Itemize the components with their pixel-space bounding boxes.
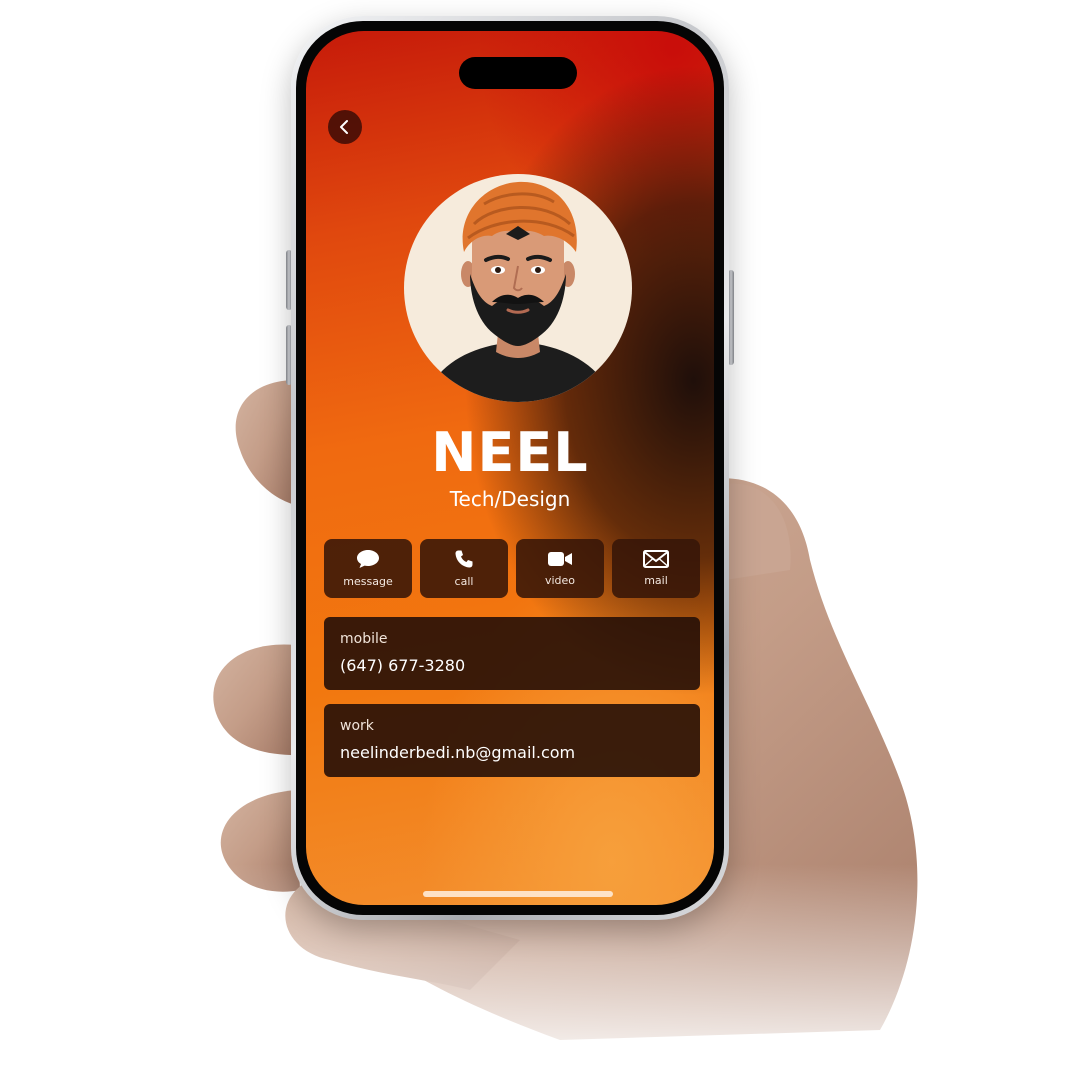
phone-bezel: NEEL Tech/Design message call video mail… — [296, 21, 724, 915]
dynamic-island — [459, 57, 577, 89]
message-icon — [357, 550, 379, 568]
work-email-card[interactable]: work neelinderbedi.nb@gmail.com — [324, 704, 700, 777]
mail-icon — [643, 550, 669, 568]
work-email[interactable]: neelinderbedi.nb@gmail.com — [340, 743, 684, 762]
phone-frame: NEEL Tech/Design message call video mail… — [291, 16, 729, 920]
call-label: call — [454, 575, 474, 588]
mail-button[interactable]: mail — [612, 539, 700, 598]
avatar-illustration — [424, 181, 614, 402]
work-label: work — [340, 718, 374, 734]
mobile-label: mobile — [340, 631, 388, 647]
chevron-left-icon — [340, 120, 348, 134]
phone-icon — [455, 550, 473, 568]
stage: NEEL Tech/Design message call video mail… — [0, 0, 1080, 1080]
avatar — [404, 174, 632, 402]
mobile-card[interactable]: mobile (647) 677-3280 — [324, 617, 700, 690]
message-label: message — [343, 575, 393, 588]
contact-name: NEEL — [431, 421, 589, 484]
video-button[interactable]: video — [516, 539, 604, 598]
back-button[interactable] — [328, 110, 362, 144]
message-button[interactable]: message — [324, 539, 412, 598]
mail-label: mail — [644, 574, 668, 587]
video-label: video — [544, 574, 576, 587]
contact-subtitle: Tech/Design — [449, 487, 571, 511]
quick-actions: message call video mail — [324, 539, 700, 598]
home-indicator[interactable] — [423, 891, 613, 897]
video-icon — [548, 552, 572, 566]
contact-screen: NEEL Tech/Design message call video mail… — [306, 31, 714, 905]
mobile-number[interactable]: (647) 677-3280 — [340, 656, 684, 675]
call-button[interactable]: call — [420, 539, 508, 598]
